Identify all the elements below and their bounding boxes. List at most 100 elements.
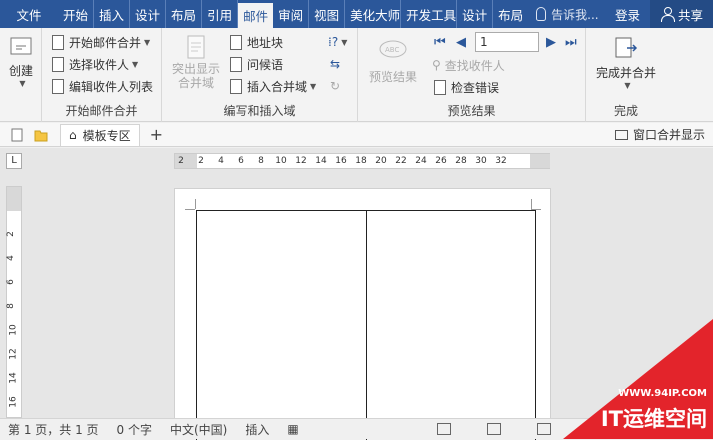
label-table[interactable] bbox=[196, 210, 536, 440]
home-icon: ⌂ bbox=[69, 128, 77, 142]
record-number-input[interactable]: 1 bbox=[475, 32, 539, 52]
template-tab-label: 模板专区 bbox=[82, 128, 131, 143]
find-recipient-button[interactable]: ⚲ 查找收件人 bbox=[432, 55, 505, 75]
ruler-tick: 24 bbox=[415, 156, 427, 166]
tab-file[interactable]: 文件 bbox=[0, 0, 58, 28]
ruler-tick: 16 bbox=[335, 156, 347, 166]
create-label: 创建 bbox=[8, 64, 33, 78]
ruler-tick: 28 bbox=[455, 156, 467, 166]
crop-mark bbox=[195, 199, 196, 209]
group-preview: ABC 预览结果 ⏮ ◀ 1 ▶ ⏭ ⚲ 查找收件人 检查错误 预览结果 bbox=[358, 28, 586, 122]
table-column-divider bbox=[366, 211, 367, 440]
ruler-tick: 8 bbox=[5, 303, 16, 309]
preview-results-button[interactable]: ABC 预览结果 bbox=[366, 38, 420, 85]
edit-recipients-label: 编辑收件人列表 bbox=[69, 79, 154, 94]
address-block-button[interactable]: 地址块 bbox=[228, 32, 283, 52]
ribbon-tab-bar: 文件 开始 插入 设计 布局 引用 邮件 审阅 视图 美化大师 开发工具 设计 … bbox=[0, 0, 713, 28]
finish-merge-icon bbox=[615, 37, 638, 58]
highlight-icon bbox=[187, 35, 205, 59]
highlight-fields-button[interactable]: 突出显示合并域 bbox=[168, 34, 224, 90]
group-create: 创建 ▼ bbox=[0, 28, 42, 122]
ruler-margin-top bbox=[7, 187, 21, 211]
macro-icon[interactable]: ▦ bbox=[287, 422, 298, 436]
ruler-tick: 14 bbox=[315, 156, 327, 166]
insert-mode[interactable]: 插入 bbox=[245, 421, 269, 438]
create-button[interactable]: 创建 ▼ bbox=[8, 34, 34, 88]
tab-view[interactable]: 视图 bbox=[309, 0, 346, 28]
tab-table-layout[interactable]: 布局 bbox=[493, 0, 528, 28]
group-write-insert: 突出显示合并域 地址块 问候语 插入合并域 ▼ ⁞? ▼ ⇆ ↻ 编写和插入域 bbox=[162, 28, 358, 122]
window-icon bbox=[614, 129, 628, 140]
login-button[interactable]: 登录 bbox=[605, 0, 650, 28]
finish-merge-label: 完成并合并 bbox=[595, 66, 656, 80]
tab-design[interactable]: 设计 bbox=[130, 0, 167, 28]
select-recipients-label: 选择收件人 bbox=[69, 57, 130, 72]
horizontal-ruler[interactable]: 2 2 4 6 8 10 12 14 16 18 20 22 24 26 28 30 32 bbox=[174, 153, 550, 169]
group-write-label: 编写和插入域 bbox=[223, 104, 296, 118]
vertical-ruler[interactable]: 2 4 6 8 10 12 14 16 bbox=[6, 186, 22, 418]
ruler-tick: 10 bbox=[275, 156, 287, 166]
ruler-tick: 14 bbox=[8, 372, 19, 384]
tab-references[interactable]: 引用 bbox=[202, 0, 239, 28]
page-icon[interactable] bbox=[10, 128, 24, 142]
tab-stop-selector[interactable]: L bbox=[6, 153, 22, 169]
first-record-icon[interactable]: ⏮ bbox=[434, 35, 446, 50]
tab-home[interactable]: 开始 bbox=[58, 0, 95, 28]
merge-window-button[interactable]: 窗口合并显示 bbox=[614, 126, 705, 143]
edit-list-icon bbox=[52, 78, 64, 94]
watermark-url: WWW.94IP.COM bbox=[618, 388, 707, 399]
print-layout-icon[interactable] bbox=[486, 423, 501, 435]
read-mode-icon[interactable] bbox=[436, 423, 451, 435]
web-layout-icon[interactable] bbox=[536, 423, 551, 435]
address-block-label: 地址块 bbox=[247, 35, 284, 50]
tab-developer[interactable]: 开发工具 bbox=[401, 0, 458, 28]
greeting-label: 问候语 bbox=[247, 57, 284, 72]
match-fields-icon: ⇆ bbox=[330, 57, 341, 71]
start-merge-button[interactable]: 开始邮件合并 ▼ bbox=[50, 32, 150, 52]
svg-text:ABC: ABC bbox=[385, 46, 399, 54]
abc-eye-icon: ABC bbox=[379, 40, 407, 58]
select-recipients-button[interactable]: 选择收件人 ▼ bbox=[50, 54, 138, 74]
crop-mark bbox=[531, 199, 532, 209]
tab-layout[interactable]: 布局 bbox=[166, 0, 203, 28]
chevron-down-icon: ▼ bbox=[624, 81, 631, 90]
previous-record-icon[interactable]: ◀ bbox=[456, 35, 466, 50]
tell-me-box[interactable]: 告诉我... bbox=[536, 0, 599, 28]
ruler-tick: 26 bbox=[435, 156, 447, 166]
update-labels-button[interactable]: ↻ bbox=[330, 76, 340, 96]
last-record-icon[interactable]: ⏭ bbox=[565, 35, 577, 50]
rules-icon: ⁞? bbox=[328, 35, 339, 49]
share-button[interactable]: 共享 bbox=[649, 0, 713, 28]
ruler-tick: 4 bbox=[5, 255, 16, 261]
tab-review[interactable]: 审阅 bbox=[273, 0, 310, 28]
finish-merge-button[interactable]: 完成并合并 ▼ bbox=[592, 36, 660, 90]
ruler-tick: 30 bbox=[475, 156, 487, 166]
tab-beautify[interactable]: 美化大师 bbox=[345, 0, 402, 28]
next-record-icon[interactable]: ▶ bbox=[546, 35, 556, 50]
recipients-icon bbox=[52, 56, 64, 72]
group-finish: 完成并合并 ▼ 完成 bbox=[586, 28, 666, 122]
check-errors-button[interactable]: 检查错误 bbox=[432, 77, 499, 97]
document-page[interactable] bbox=[174, 188, 551, 440]
search-icon: ⚲ bbox=[432, 58, 441, 72]
chevron-down-icon: ▼ bbox=[310, 81, 317, 91]
language[interactable]: 中文(中国) bbox=[170, 421, 227, 438]
match-fields-button[interactable]: ⇆ bbox=[330, 54, 340, 74]
template-tab[interactable]: ⌂ 模板专区 bbox=[60, 123, 140, 146]
greeting-button[interactable]: 问候语 bbox=[228, 54, 283, 74]
word-count[interactable]: 0 个字 bbox=[117, 421, 152, 438]
insert-field-icon bbox=[230, 78, 242, 94]
insert-field-button[interactable]: 插入合并域 ▼ bbox=[228, 76, 316, 96]
add-tab-icon[interactable]: + bbox=[150, 125, 163, 144]
ruler-tick: 16 bbox=[8, 396, 19, 408]
watermark-brand: IT运维空间 bbox=[600, 407, 707, 431]
rules-button[interactable]: ⁞? ▼ bbox=[328, 32, 347, 52]
folder-icon[interactable] bbox=[34, 128, 48, 142]
tab-table-design[interactable]: 设计 bbox=[457, 0, 494, 28]
edit-recipients-button[interactable]: 编辑收件人列表 bbox=[50, 76, 153, 96]
ruler-tick: 10 bbox=[8, 324, 19, 336]
envelope-icon bbox=[10, 37, 32, 55]
page-count[interactable]: 第 1 页，共 1 页 bbox=[8, 421, 99, 438]
tab-insert[interactable]: 插入 bbox=[94, 0, 131, 28]
tab-mailings[interactable]: 邮件 bbox=[238, 3, 274, 28]
